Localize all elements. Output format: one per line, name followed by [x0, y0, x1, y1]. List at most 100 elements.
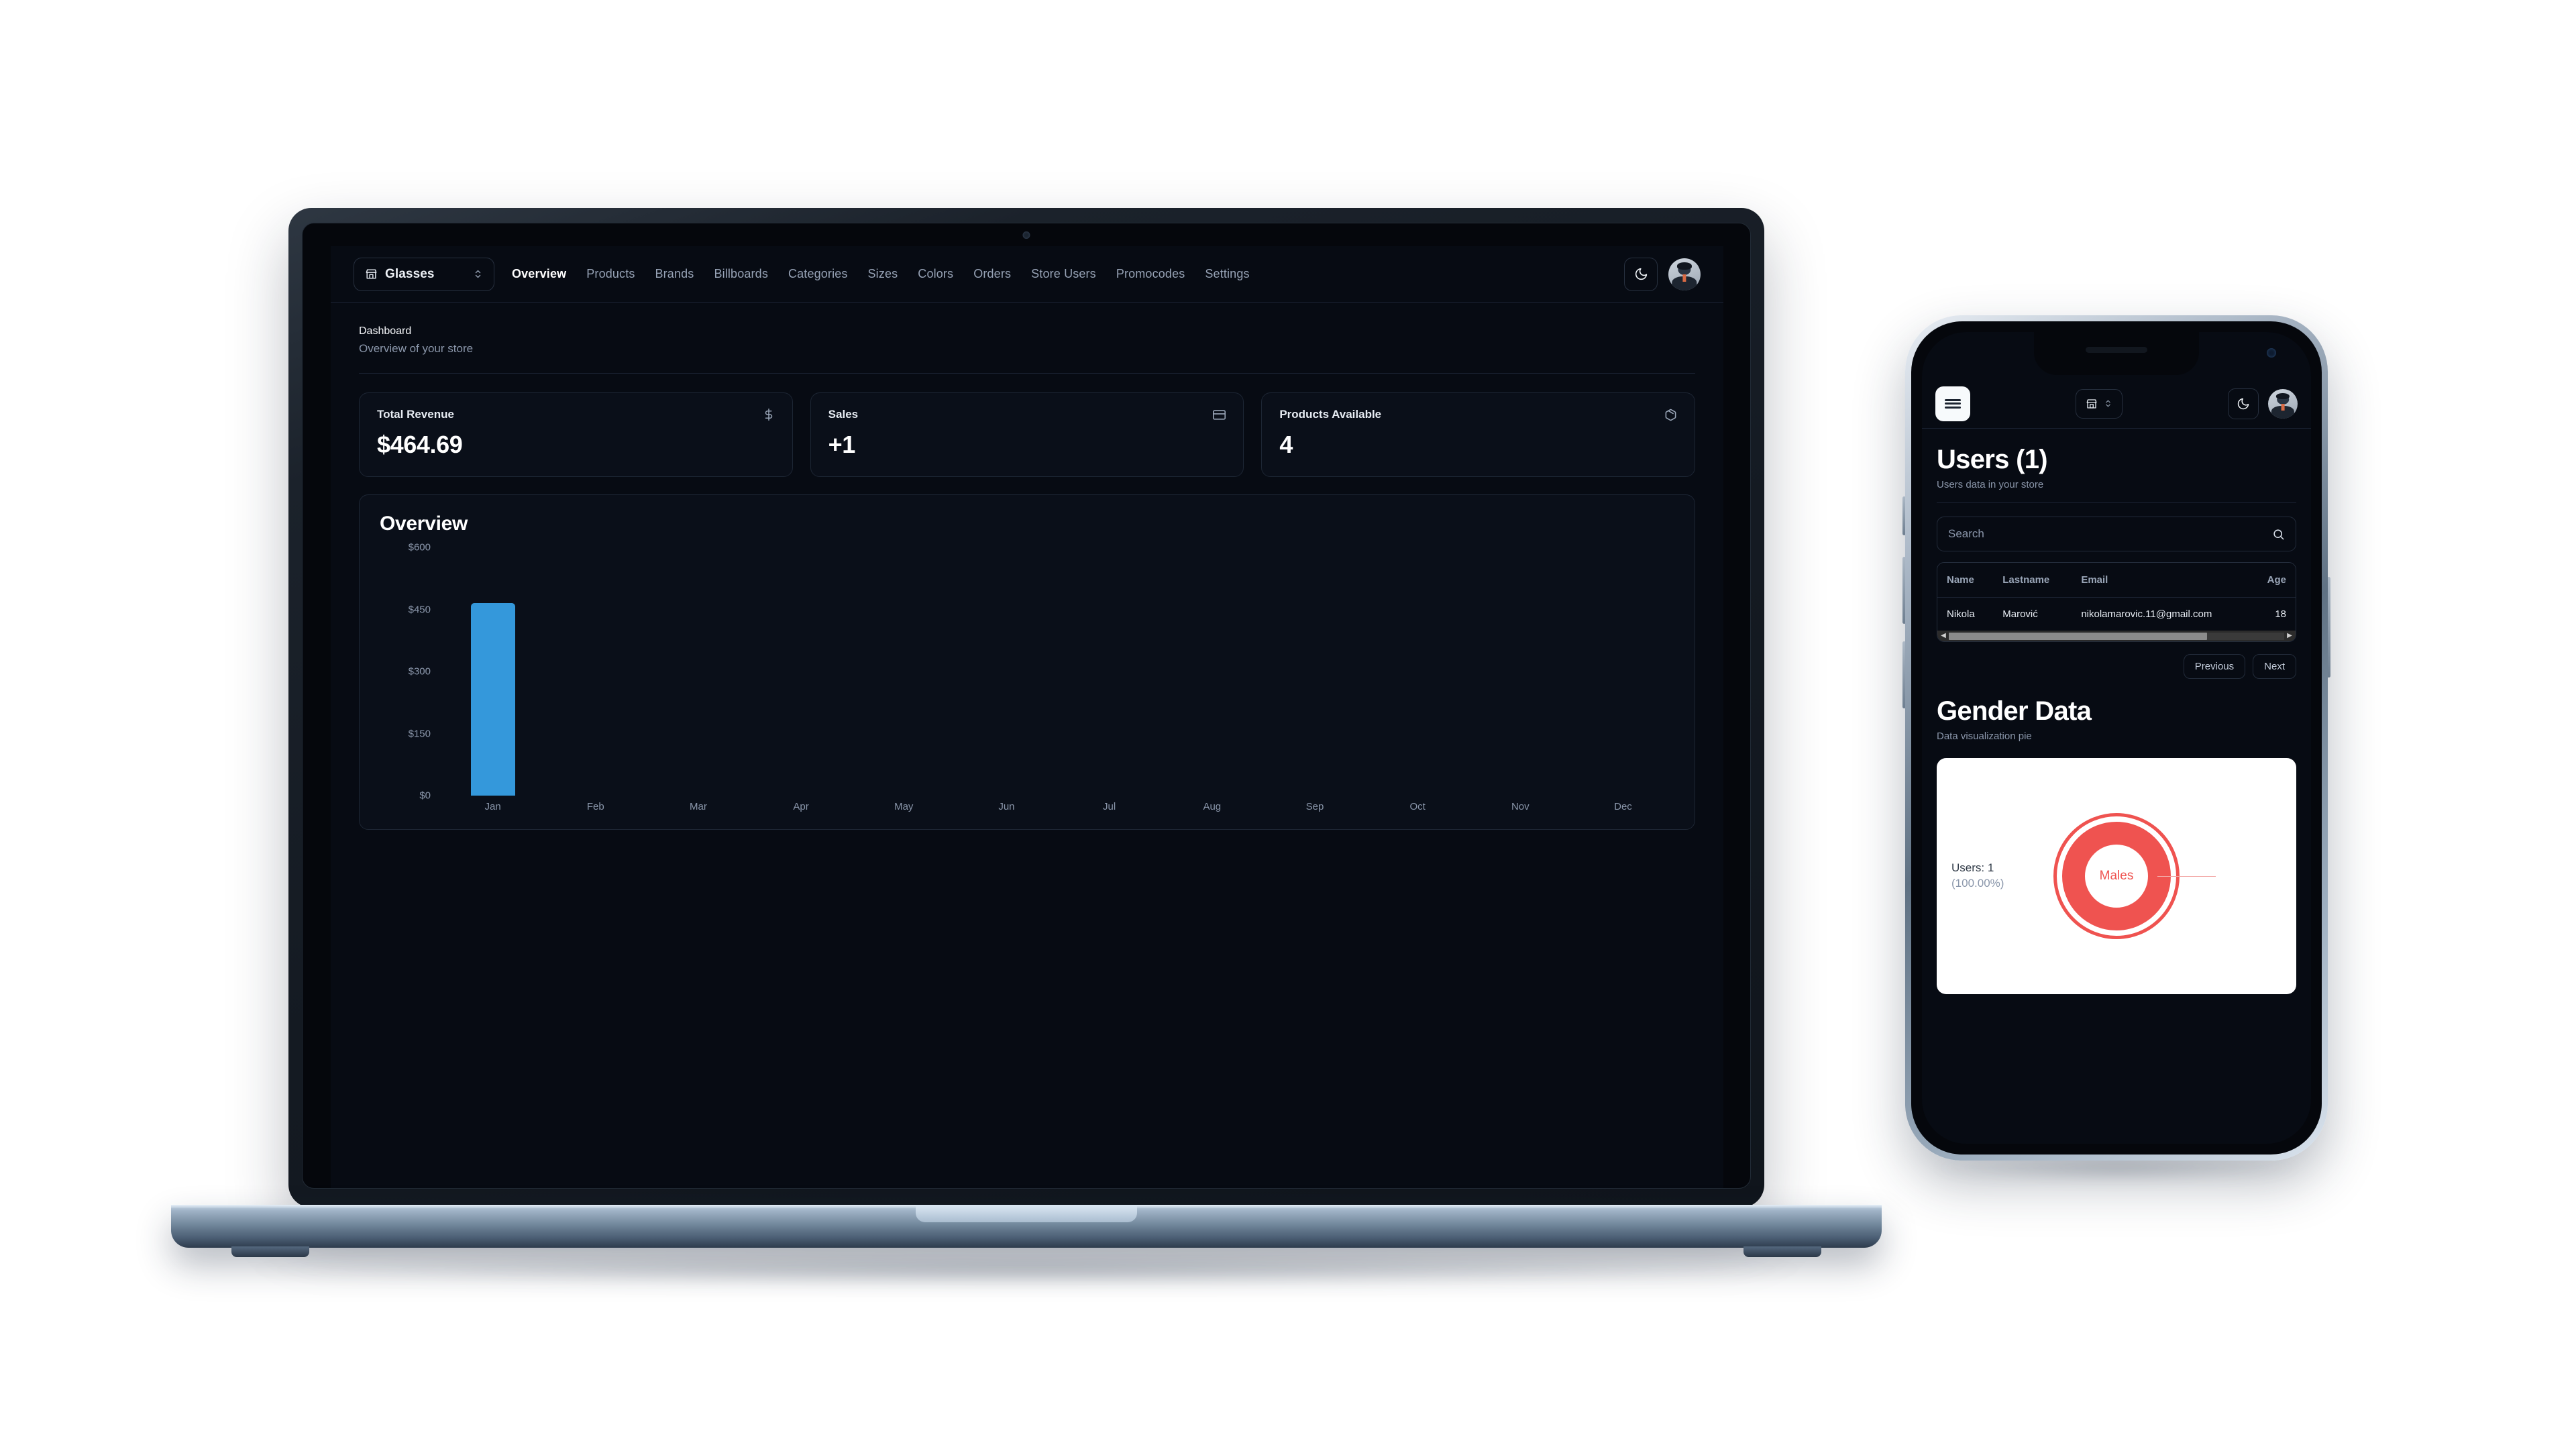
dashboard-app: Glasses Overview Products Brands Billboa… [331, 246, 1723, 1188]
cell-email: nikolamarovic.11@gmail.com [2081, 608, 2212, 620]
store-selector[interactable]: Glasses [354, 257, 494, 291]
x-axis-tick: Feb [586, 801, 604, 812]
users-table-wrapper: Name Lastname Email Age Nikola Marović n… [1937, 562, 2296, 642]
bar-slot [1263, 547, 1366, 796]
stat-cards: Total Revenue $464.69 Sales +1 Products … [359, 392, 1696, 477]
column-header-email[interactable]: Email [2072, 563, 2251, 598]
mobile-store-selector[interactable] [2076, 388, 2123, 419]
x-axis-tick: Aug [1203, 801, 1222, 812]
moon-icon [1634, 267, 1648, 281]
gender-data-subtitle: Data visualization pie [1937, 731, 2032, 742]
bar-slot [1161, 547, 1263, 796]
gender-data-section: Gender Data Data visualization pie [1937, 696, 2296, 742]
mobile-app: Users (1) Users data in your store Searc… [1922, 332, 2311, 1144]
nav-item-colors[interactable]: Colors [918, 267, 953, 281]
search-icon [2272, 528, 2285, 541]
scroll-right-arrow-icon[interactable]: ▶ [2286, 633, 2294, 639]
table-header-row: Name Lastname Email Age [1937, 563, 2296, 598]
next-page-button[interactable]: Next [2253, 654, 2296, 679]
bar-slot [441, 547, 544, 796]
cell-name: Nikola [1947, 608, 1975, 620]
store-icon [365, 268, 378, 280]
package-icon [1664, 409, 1677, 421]
gender-data-title: Gender Data [1937, 696, 2092, 726]
stat-value: 4 [1279, 431, 1293, 458]
chart-bar[interactable] [470, 603, 515, 796]
cell-lastname: Marović [2002, 608, 2038, 620]
stat-label: Products Available [1279, 408, 1382, 421]
laptop-device: Glasses Overview Products Brands Billboa… [171, 208, 1882, 1287]
donut-chart[interactable]: Males [2053, 813, 2216, 939]
nav-item-sizes[interactable]: Sizes [868, 267, 898, 281]
column-header-name[interactable]: Name [1937, 563, 1994, 598]
x-axis-tick: Apr [793, 801, 809, 812]
table-row[interactable]: Nikola Marović nikolamarovic.11@gmail.co… [1937, 598, 2296, 631]
bar-slot [647, 547, 749, 796]
chevron-updown-icon [473, 269, 483, 279]
chart-plot-area [441, 547, 1674, 796]
screenshot-scene: Glasses Overview Products Brands Billboa… [0, 0, 2576, 1449]
previous-page-button[interactable]: Previous [2183, 654, 2246, 679]
overview-chart-card: Overview $600 $450 $300 $150 $0 Jan Feb Mar Apr… [359, 494, 1695, 830]
y-axis-tick: $150 [408, 728, 431, 739]
table-horizontal-scrollbar[interactable]: ◀ ▶ [1937, 631, 2296, 641]
laptop-lid: Glasses Overview Products Brands Billboa… [288, 208, 1764, 1208]
column-header-lastname[interactable]: Lastname [1993, 563, 2072, 598]
mobile-page-body: Users (1) Users data in your store Searc… [1922, 429, 2311, 994]
moon-icon [2237, 397, 2250, 411]
search-box[interactable] [1937, 517, 2296, 551]
avatar[interactable] [1668, 258, 1701, 290]
nav-item-billboards[interactable]: Billboards [714, 267, 768, 281]
bar-slot [1058, 547, 1161, 796]
dashboard-page: Dashboard Overview of your store Total R… [331, 303, 1723, 830]
phone-notch [2034, 332, 2199, 375]
annotation-users-count: Users: 1 [1951, 861, 1994, 875]
nav-item-store-users[interactable]: Store Users [1031, 267, 1096, 281]
nav-item-brands[interactable]: Brands [655, 267, 694, 281]
nav-item-settings[interactable]: Settings [1205, 267, 1249, 281]
phone-screen: Users (1) Users data in your store Searc… [1922, 332, 2311, 1144]
chart-title: Overview [380, 513, 468, 535]
mobile-theme-toggle-button[interactable] [2228, 388, 2259, 419]
x-axis-tick: Oct [1409, 801, 1426, 812]
nav-item-orders[interactable]: Orders [973, 267, 1011, 281]
hamburger-menu-icon[interactable] [1935, 386, 1970, 421]
mobile-header-divider [1937, 502, 2296, 503]
nav-item-products[interactable]: Products [586, 267, 635, 281]
nav-item-overview[interactable]: Overview [512, 267, 566, 281]
pie-annotation: Users: 1 (100.00%) [1951, 861, 2004, 892]
x-axis-tick: Jun [998, 801, 1015, 812]
y-axis-tick: $450 [408, 604, 431, 615]
annotation-percentage: (100.00%) [1951, 877, 2004, 890]
scrollbar-track[interactable] [1949, 632, 2284, 640]
bar-slot [1469, 547, 1572, 796]
phone-frame: Users (1) Users data in your store Searc… [1905, 315, 2328, 1161]
avatar[interactable] [2268, 388, 2298, 419]
stat-card-products-available: Products Available 4 [1261, 392, 1696, 477]
mobile-page-title: Users (1) [1937, 445, 2048, 474]
page-title: Dashboard [359, 325, 412, 337]
stat-card-sales: Sales +1 [810, 392, 1244, 477]
laptop-foot-right [1743, 1246, 1821, 1257]
annotation-leader-dot [2153, 873, 2157, 879]
x-axis-tick: Sep [1305, 801, 1324, 812]
phone-front-camera [2267, 348, 2276, 358]
laptop-shadow [248, 1252, 1805, 1287]
theme-toggle-button[interactable] [1624, 257, 1658, 291]
bar-slot [750, 547, 853, 796]
chart-y-axis: $600 $450 $300 $150 $0 [380, 542, 436, 802]
stat-label: Sales [828, 408, 859, 421]
header-divider [359, 373, 1695, 374]
nav-item-categories[interactable]: Categories [788, 267, 848, 281]
search-input[interactable] [1948, 527, 2265, 541]
store-icon [2086, 398, 2098, 410]
store-selector-label: Glasses [385, 266, 435, 281]
column-header-age[interactable]: Age [2250, 563, 2296, 598]
scrollbar-thumb[interactable] [1949, 632, 2207, 640]
mobile-topbar [1922, 379, 2311, 429]
laptop-webcam [1022, 231, 1030, 239]
credit-card-icon [1213, 409, 1226, 421]
nav-item-promocodes[interactable]: Promocodes [1116, 267, 1185, 281]
scroll-left-arrow-icon[interactable]: ◀ [1939, 633, 1947, 639]
x-axis-tick: Dec [1614, 801, 1632, 812]
